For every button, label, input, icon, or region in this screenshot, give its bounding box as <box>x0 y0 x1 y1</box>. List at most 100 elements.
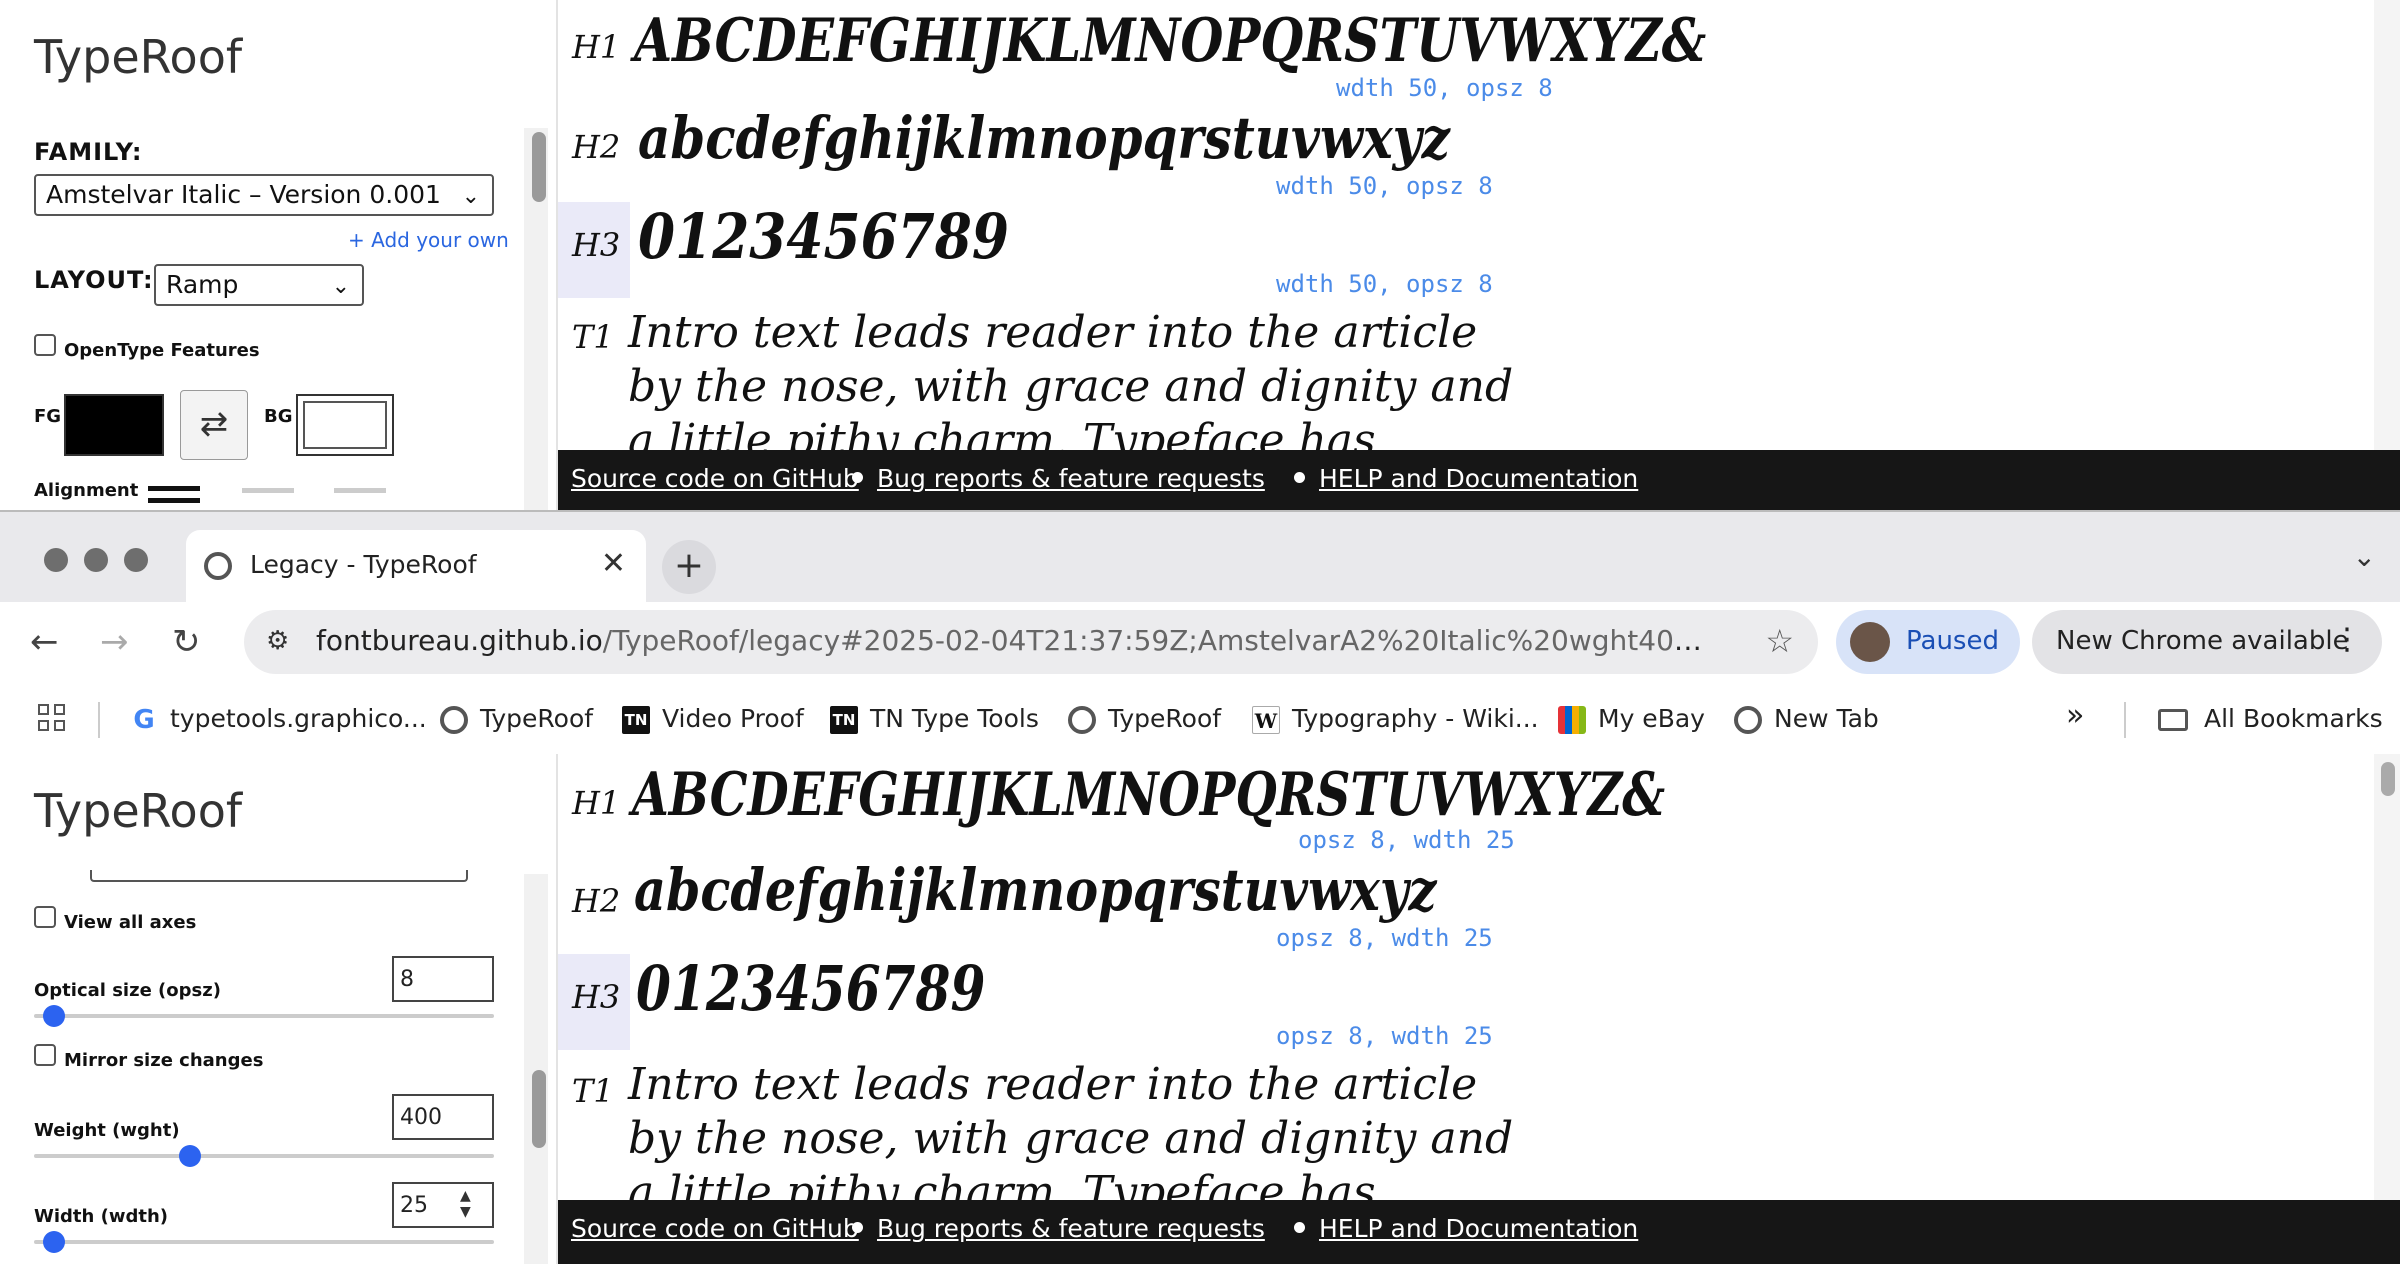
profile-status: Paused <box>1906 626 1999 656</box>
url-path: /TypeRoof/legacy#2025-02-04T21:37:59Z;Am… <box>602 624 1716 657</box>
main-scrollbar[interactable] <box>2374 754 2400 1264</box>
stepper-arrows-icon[interactable]: ▲ ▼ <box>460 1188 471 1220</box>
bookmark-item[interactable]: Gtypetools.graphico... <box>130 704 427 734</box>
tab-title: Legacy - TypeRoof <box>250 550 477 579</box>
browser-tab[interactable]: Legacy - TypeRoof ✕ <box>186 530 646 602</box>
new-chrome-available-button[interactable]: New Chrome available ⋮ <box>2032 610 2382 674</box>
close-tab-icon[interactable]: ✕ <box>601 546 626 581</box>
main-scrollbar[interactable] <box>2374 0 2400 510</box>
bug-reports-link[interactable]: Bug reports & feature requests <box>877 1214 1265 1243</box>
site-settings-icon[interactable]: ⚙ <box>266 626 289 656</box>
opsz-slider-track[interactable] <box>34 1014 494 1018</box>
axes-note-h3: opsz 8, wdth 25 <box>1276 1022 1493 1050</box>
fg-label: FG <box>34 406 62 427</box>
close-window-button[interactable] <box>44 548 68 572</box>
opentype-features-label: OpenType Features <box>64 340 260 361</box>
separator-dot <box>852 472 863 483</box>
bookmark-label: Video Proof <box>662 704 804 733</box>
minimize-window-button[interactable] <box>84 548 108 572</box>
sample-t1-line-2: by the nose, with grace and dignity and <box>628 1113 1514 1164</box>
opsz-slider-thumb[interactable] <box>42 1005 65 1027</box>
app-title: TypeRoof <box>34 30 243 84</box>
align-left-icon-line <box>148 498 200 503</box>
app-title: TypeRoof <box>34 784 243 838</box>
axes-note-h1: opsz 8, wdth 25 <box>1298 826 1515 854</box>
wght-input[interactable] <box>392 1094 494 1140</box>
wdth-slider-thumb[interactable] <box>42 1231 65 1253</box>
family-select[interactable]: Amstelvar Italic – Version 0.001 ⌄ <box>34 174 494 216</box>
opentype-features-checkbox[interactable] <box>34 334 56 356</box>
sidebar-scrollbar-thumb[interactable] <box>532 132 546 202</box>
top-sidebar: TypeRoof FAMILY: Amstelvar Italic – Vers… <box>0 0 556 510</box>
bookmark-item[interactable]: New Tab <box>1734 704 1879 734</box>
sample-t1-line-1: Intro text leads reader into the article <box>628 307 1478 358</box>
wdth-slider-track[interactable] <box>34 1240 494 1244</box>
address-url[interactable]: fontbureau.github.io/TypeRoof/legacy#202… <box>316 624 1716 657</box>
bottom-ramp-view: H1 ABCDEFGHIJKLMNOPQRSTUVWXYZ& opsz 8, w… <box>558 754 2400 1264</box>
wdth-input[interactable] <box>392 1182 494 1228</box>
align-left-icon[interactable] <box>148 486 200 491</box>
sidebar-scrollbar[interactable] <box>524 874 548 1264</box>
source-code-link[interactable]: Source code on GitHub <box>571 1214 859 1243</box>
row-label-t1: T1 <box>572 318 614 356</box>
opsz-input[interactable] <box>392 956 494 1002</box>
back-button[interactable]: ← <box>30 622 59 662</box>
help-link[interactable]: HELP and Documentation <box>1319 1214 1638 1243</box>
forward-button[interactable]: → <box>100 622 129 662</box>
mirror-size-checkbox[interactable] <box>34 1044 56 1066</box>
bookmark-item[interactable]: TN Video Proof <box>622 704 804 734</box>
layout-label: LAYOUT: <box>34 266 154 294</box>
bookmark-item[interactable]: TN TN Type Tools <box>830 704 1039 734</box>
profile-button[interactable]: Paused <box>1836 610 2020 674</box>
swap-colors-button[interactable]: ⇄ <box>180 390 248 460</box>
all-bookmarks-label: All Bookmarks <box>2204 704 2383 733</box>
tab-search-icon[interactable]: ⌄ <box>2353 540 2376 573</box>
bg-color-swatch[interactable] <box>296 394 394 456</box>
bookmark-item[interactable]: W Typography - Wiki... <box>1252 704 1539 734</box>
bookmarks-separator <box>2124 702 2126 738</box>
mirror-size-label: Mirror size changes <box>64 1050 264 1071</box>
wght-slider-thumb[interactable] <box>178 1145 201 1167</box>
axes-note-h2: opsz 8, wdth 25 <box>1276 924 1493 952</box>
select-box-partial[interactable] <box>90 870 468 882</box>
add-your-own-link[interactable]: + Add your own <box>348 228 509 252</box>
sidebar-scrollbar-thumb[interactable] <box>532 1070 546 1148</box>
reload-button[interactable]: ↻ <box>172 622 201 662</box>
wikipedia-icon: W <box>1252 706 1280 734</box>
bookmark-item[interactable]: My eBay <box>1558 704 1705 734</box>
maximize-window-button[interactable] <box>124 548 148 572</box>
apps-grid-icon[interactable] <box>38 704 68 734</box>
main-scrollbar-thumb[interactable] <box>2381 762 2395 796</box>
ebay-icon <box>1558 706 1586 734</box>
bookmark-item[interactable]: TypeRoof <box>440 704 593 734</box>
fg-color-swatch[interactable] <box>64 394 164 456</box>
address-bar[interactable]: ⚙ fontbureau.github.io/TypeRoof/legacy#2… <box>244 610 1818 674</box>
url-host: fontbureau.github.io <box>316 624 603 657</box>
help-link[interactable]: HELP and Documentation <box>1319 464 1638 493</box>
kebab-menu-icon[interactable]: ⋮ <box>2332 622 2362 657</box>
footer-bar: Source code on GitHub Bug reports & feat… <box>558 1200 2400 1264</box>
bg-label: BG <box>264 406 293 427</box>
more-bookmarks-button[interactable]: » <box>2066 698 2084 733</box>
all-bookmarks-button[interactable]: All Bookmarks <box>2158 704 2383 733</box>
tn-icon: TN <box>830 706 858 734</box>
align-center-icon[interactable] <box>242 488 294 493</box>
row-label-h2: H2 <box>572 882 621 920</box>
separator-dot <box>852 1222 863 1233</box>
layout-select[interactable]: Ramp ⌄ <box>154 264 364 306</box>
wght-slider-track[interactable] <box>34 1154 494 1158</box>
bug-reports-link[interactable]: Bug reports & feature requests <box>877 464 1265 493</box>
tn-icon: TN <box>622 706 650 734</box>
view-all-axes-label: View all axes <box>64 912 197 933</box>
bookmark-label: New Tab <box>1774 704 1879 733</box>
bookmark-item[interactable]: TypeRoof <box>1068 704 1221 734</box>
view-all-axes-checkbox[interactable] <box>34 906 56 928</box>
bookmark-label: typetools.graphico... <box>170 704 427 733</box>
bookmark-label: My eBay <box>1598 704 1705 733</box>
sample-h2: abcdefghijklmnopqrstuvwxyz <box>634 856 1437 924</box>
bookmark-star-icon[interactable]: ☆ <box>1765 622 1794 660</box>
align-right-icon[interactable] <box>334 488 386 493</box>
source-code-link[interactable]: Source code on GitHub <box>571 464 859 493</box>
new-tab-button[interactable]: + <box>662 540 716 594</box>
bottom-sidebar: TypeRoof View all axes Optical size (ops… <box>0 754 556 1264</box>
